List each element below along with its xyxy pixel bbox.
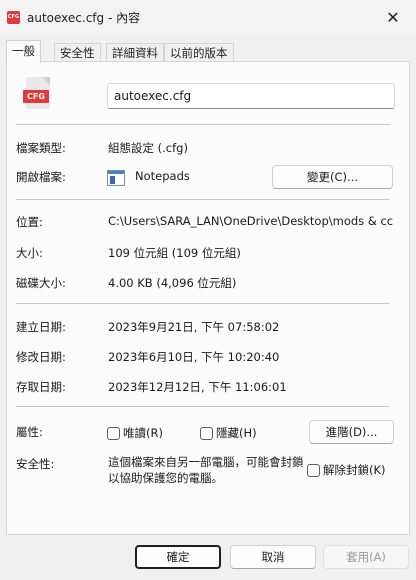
- location-value: C:\Users\SARA_LAN\OneDrive\Desktop\mods …: [108, 214, 394, 228]
- tab-general[interactable]: 一般: [6, 40, 41, 63]
- hidden-checkbox[interactable]: 隱藏(H): [200, 425, 257, 441]
- opens-with-value: Notepads: [135, 169, 190, 183]
- cfg-file-icon: CFG: [23, 77, 53, 109]
- unblock-label: 解除封鎖(K): [323, 463, 386, 477]
- size-value: 109 位元組 (109 位元組): [108, 246, 241, 260]
- apply-button[interactable]: 套用(A): [323, 545, 409, 569]
- hidden-label: 隱藏(H): [216, 426, 257, 440]
- unblock-checkbox[interactable]: 解除封鎖(K): [307, 462, 386, 478]
- general-panel: CFG autoexec.cfg 檔案類型: 組態設定 (.cfg) 開啟檔案:…: [6, 61, 410, 535]
- created-value: 2023年9月21日, 下午 07:58:02: [108, 320, 280, 334]
- advanced-button[interactable]: 進階(D)...: [309, 420, 394, 444]
- app-icon-bar: [108, 171, 124, 174]
- unblock-checkbox-box[interactable]: [307, 463, 320, 477]
- location-label: 位置:: [16, 215, 43, 229]
- separator: [16, 303, 390, 304]
- cfg-file-icon: CFG: [7, 11, 20, 24]
- file-type-badge: CFG: [23, 90, 49, 103]
- change-button[interactable]: 變更(C)...: [272, 165, 393, 189]
- accessed-label: 存取日期:: [16, 380, 66, 394]
- title-bar: CFG autoexec.cfg - 內容 ✕: [0, 0, 416, 34]
- close-button[interactable]: ✕: [370, 0, 416, 34]
- modified-value: 2023年6月10日, 下午 10:20:40: [108, 350, 280, 364]
- window-title: autoexec.cfg - 內容: [27, 11, 141, 25]
- type-label: 檔案類型:: [16, 141, 66, 155]
- attributes-label: 屬性:: [16, 425, 43, 439]
- size-label: 大小:: [16, 246, 43, 260]
- tab-bar: 一般 安全性 詳細資料 以前的版本: [6, 40, 410, 63]
- app-icon-block: [110, 176, 115, 184]
- tab-details[interactable]: 詳細資料: [106, 43, 164, 62]
- security-warning-text: 這個檔案來自另一部電腦，可能會封鎖以協助保護您的電腦。: [108, 455, 304, 485]
- cancel-button[interactable]: 取消: [230, 545, 316, 569]
- created-label: 建立日期:: [16, 320, 66, 334]
- readonly-label: 唯讀(R): [123, 426, 163, 440]
- separator: [16, 406, 390, 407]
- separator: [16, 199, 390, 200]
- readonly-checkbox-box[interactable]: [107, 426, 120, 440]
- type-value: 組態設定 (.cfg): [108, 141, 188, 155]
- modified-label: 修改日期:: [16, 350, 66, 364]
- file-fold: [42, 77, 50, 85]
- tab-security[interactable]: 安全性: [54, 43, 101, 62]
- hidden-checkbox-box[interactable]: [200, 426, 213, 440]
- notepads-app-icon: [107, 170, 125, 186]
- opens-with-label: 開啟檔案:: [16, 170, 66, 184]
- separator: [16, 124, 390, 125]
- disk-size-label: 磁碟大小:: [16, 276, 66, 290]
- readonly-checkbox[interactable]: 唯讀(R): [107, 425, 163, 441]
- disk-size-value: 4.00 KB (4,096 位元組): [108, 276, 237, 290]
- file-name-input[interactable]: autoexec.cfg: [107, 83, 395, 109]
- tab-previous-versions[interactable]: 以前的版本: [164, 43, 234, 62]
- security-label: 安全性:: [16, 457, 55, 471]
- ok-button[interactable]: 確定: [135, 545, 221, 569]
- accessed-value: 2023年12月12日, 下午 11:06:01: [108, 380, 287, 394]
- close-icon: ✕: [386, 7, 400, 27]
